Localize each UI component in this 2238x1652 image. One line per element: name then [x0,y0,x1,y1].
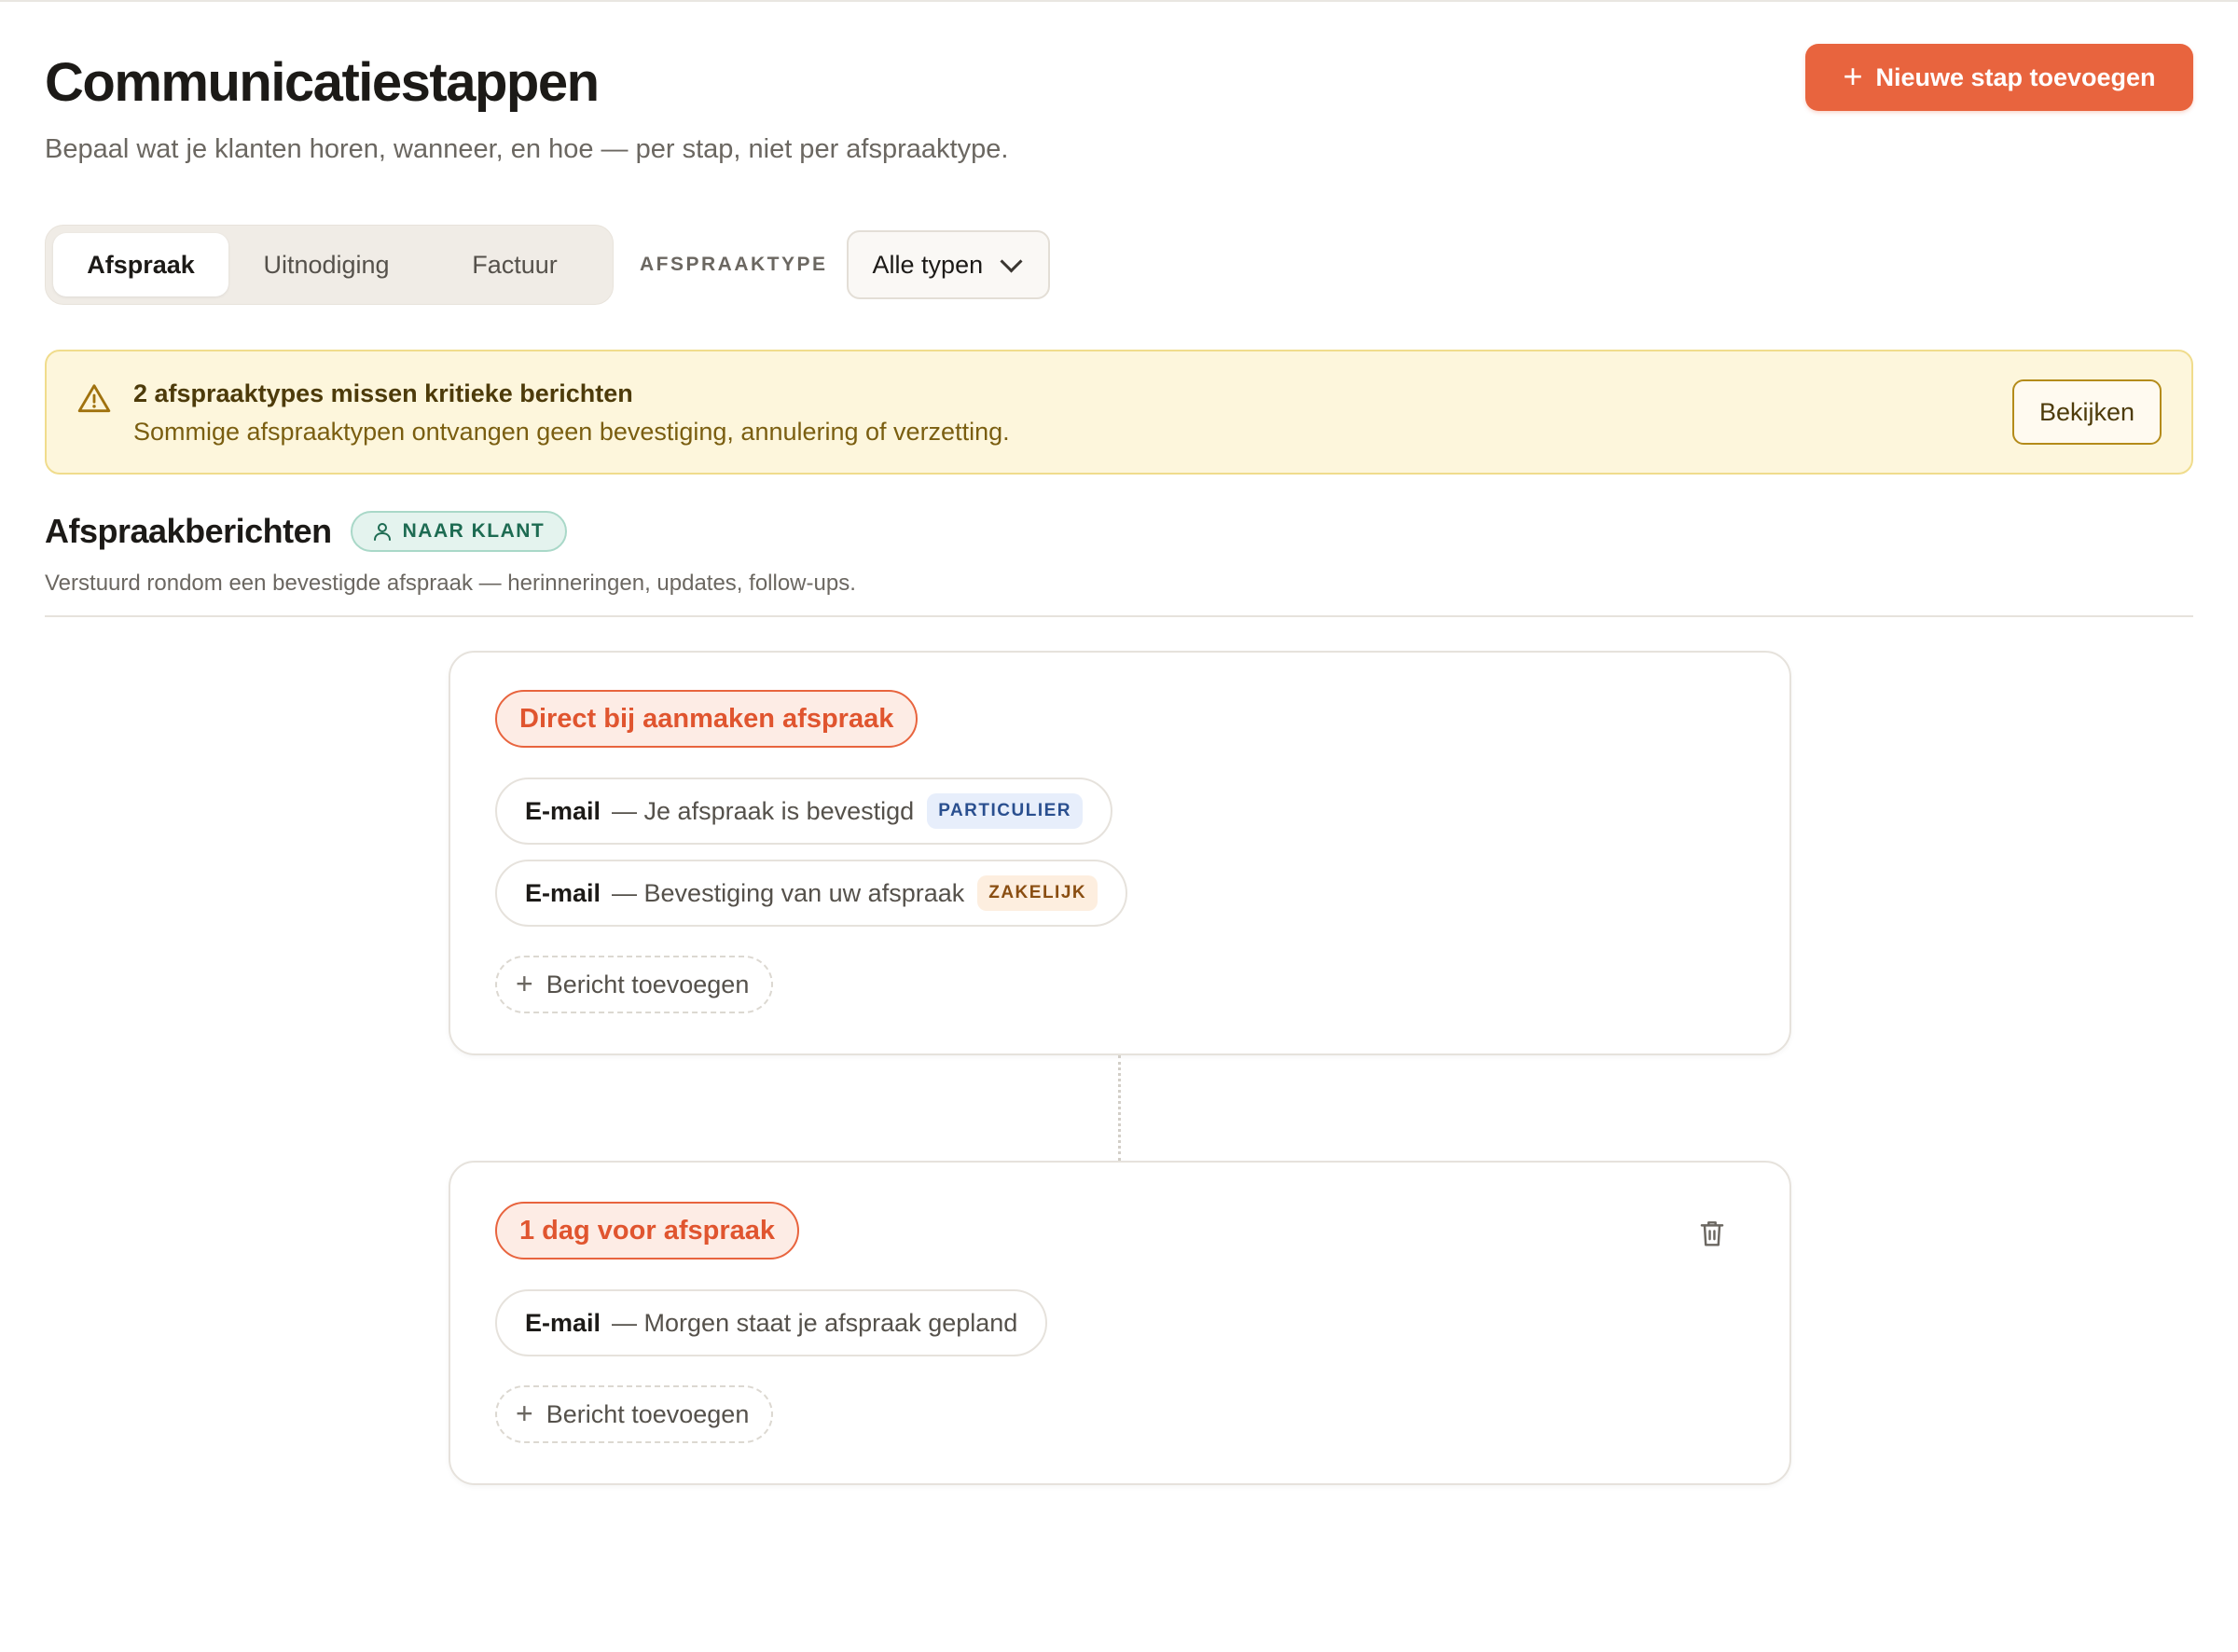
section-title: Afspraakberichten [45,512,332,550]
step-card: 1 dag voor afspraak E-mail — Morgen staa… [449,1161,1791,1485]
tab-uitnodiging[interactable]: Uitnodiging [228,233,424,296]
add-message-label: Bericht toevoegen [546,1399,750,1428]
step-timing[interactable]: Direct bij aanmaken afspraak [495,690,919,748]
message-item[interactable]: E-mail — Bevestiging van uw afspraak ZAK… [495,860,1128,927]
category-tabs: Afspraak Uitnodiging Factuur [45,225,614,305]
new-step-button-label: Nieuwe stap toevoegen [1875,62,2156,91]
add-message-button[interactable]: + Bericht toevoegen [495,956,774,1013]
message-channel: E-mail [525,796,601,825]
view-button[interactable]: Bekijken [2012,379,2162,445]
tab-factuur[interactable]: Factuur [424,233,605,296]
audience-tag: ZAKELIJK [977,875,1098,911]
chevron-down-icon [1000,249,1023,273]
message-item[interactable]: E-mail — Je afspraak is bevestigd PARTIC… [495,778,1113,845]
appointment-type-value: Alle typen [872,250,984,279]
section-description: Verstuurd rondom een bevestigde afspraak… [45,571,856,596]
plus-icon: + [1843,56,1863,95]
audience-tag: PARTICULIER [927,793,1084,829]
plus-icon: + [516,966,533,1000]
filter-bar: Afspraak Uitnodiging Factuur AFSPRAAKTYP… [45,225,1050,305]
tab-afspraak[interactable]: Afspraak [53,233,228,296]
message-subject: — Bevestiging van uw afspraak [612,878,965,907]
step-timing[interactable]: 1 dag voor afspraak [495,1202,799,1260]
trash-icon[interactable] [1698,1218,1726,1248]
step-card: Direct bij aanmaken afspraak E-mail — Je… [449,651,1791,1055]
audience-badge: NAAR KLANT [350,511,568,552]
message-channel: E-mail [525,1308,601,1337]
audience-badge-label: NAAR KLANT [402,520,546,542]
alert-title: 2 afspraaktypes missen kritieke berichte… [133,379,633,407]
warning-alert: 2 afspraaktypes missen kritieke berichte… [45,350,2193,475]
step-connector [1118,1055,1121,1161]
message-subject: — Je afspraak is bevestigd [612,796,915,825]
message-subject: — Morgen staat je afspraak gepland [612,1308,1018,1337]
warning-icon [77,384,111,413]
section-divider [45,615,2193,617]
page-subtitle: Bepaal wat je klanten horen, wanneer, en… [45,133,1009,164]
new-step-button[interactable]: + Nieuwe stap toevoegen [1805,44,2193,111]
message-item[interactable]: E-mail — Morgen staat je afspraak geplan… [495,1289,1048,1356]
appointment-messages-section: Afspraakberichten NAAR KLANT Verstuurd r… [45,505,2193,617]
appointment-type-select[interactable]: Alle typen [846,230,1050,299]
add-message-button[interactable]: + Bericht toevoegen [495,1385,774,1443]
user-icon [373,523,391,541]
add-message-label: Bericht toevoegen [546,970,750,998]
message-channel: E-mail [525,878,601,907]
plus-icon: + [516,1396,533,1430]
appointment-type-label: AFSPRAAKTYPE [640,254,828,275]
alert-text: Sommige afspraaktypen ontvangen geen bev… [133,418,1010,446]
